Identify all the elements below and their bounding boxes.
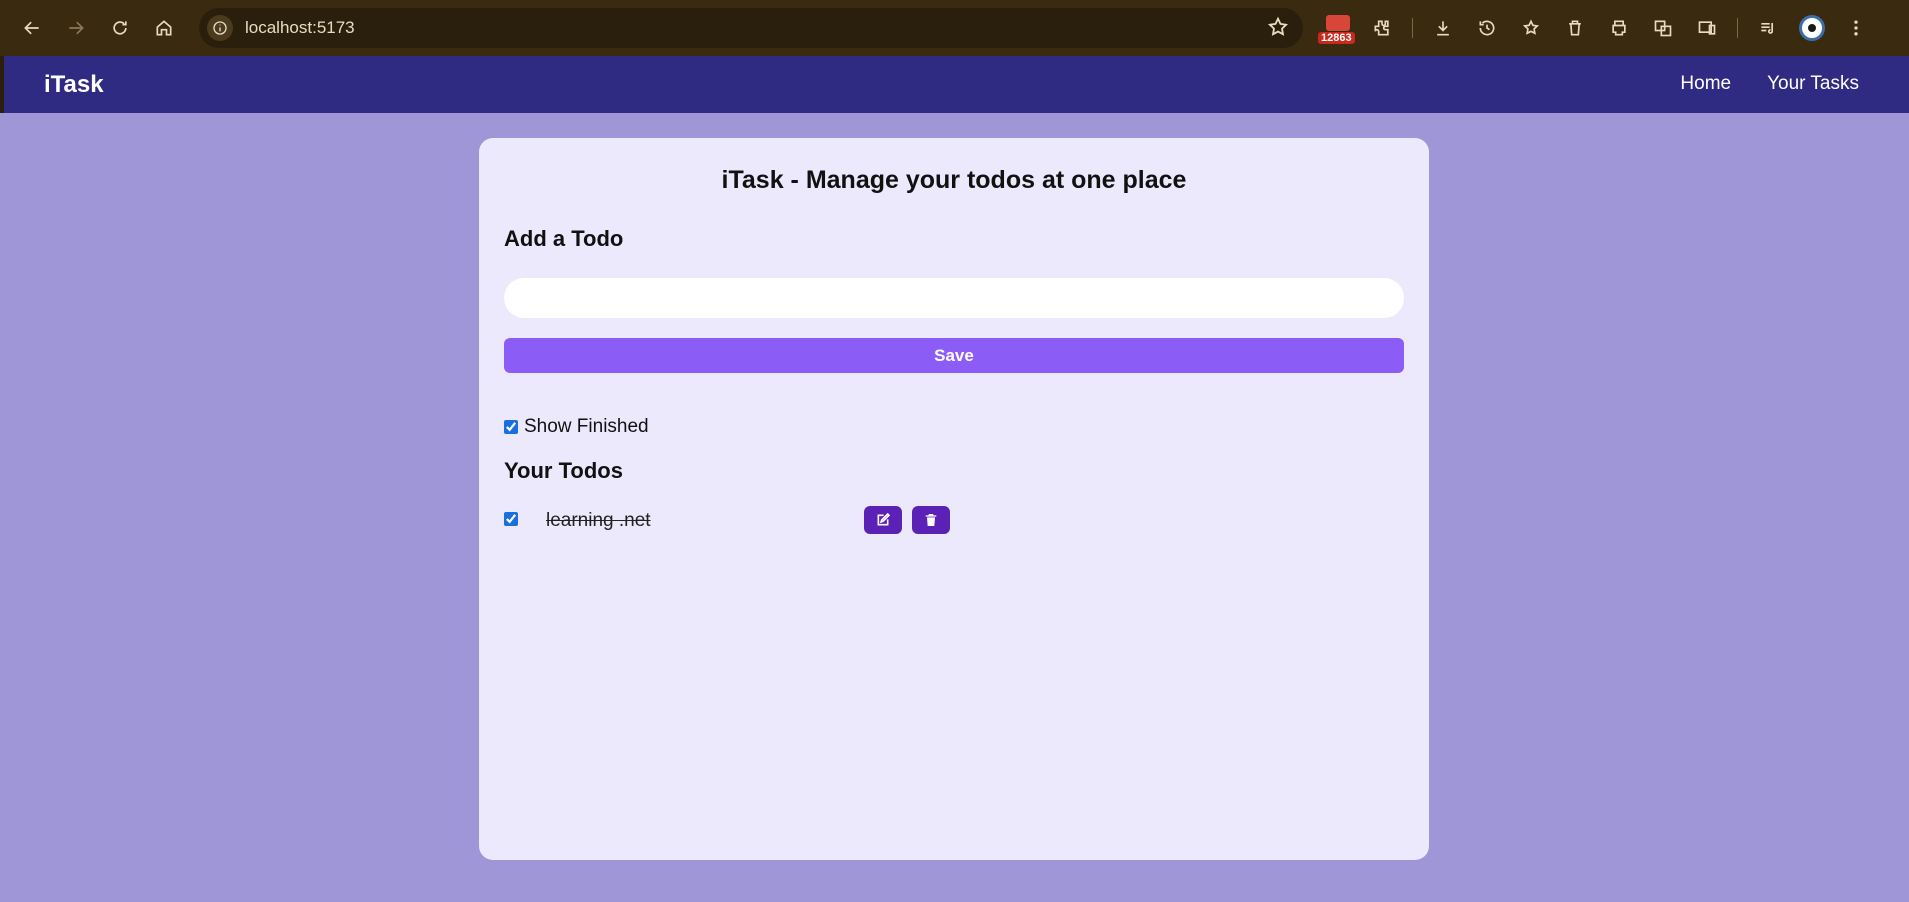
- page-title: iTask - Manage your todos at one place: [721, 166, 1187, 194]
- extension-badge: 12863: [1318, 32, 1355, 44]
- edit-icon: [877, 512, 891, 526]
- delete-button[interactable]: [912, 506, 950, 534]
- address-bar[interactable]: localhost:5173: [199, 8, 1303, 48]
- save-button[interactable]: Save: [504, 338, 1404, 373]
- todo-card: iTask - Manage your todos at one place A…: [479, 138, 1429, 860]
- nav-links: Home Your Tasks: [1680, 73, 1859, 95]
- toolbar-separator: [1412, 18, 1413, 38]
- browser-extensions: 12863: [1316, 6, 1878, 50]
- devices-icon[interactable]: [1685, 6, 1729, 50]
- toolbar-separator: [1737, 18, 1738, 38]
- show-finished-toggle[interactable]: Show Finished: [504, 416, 649, 438]
- edit-button[interactable]: [864, 506, 902, 534]
- nav-link-your-tasks[interactable]: Your Tasks: [1767, 73, 1859, 95]
- print-icon[interactable]: [1597, 6, 1641, 50]
- browser-toolbar: localhost:5173 12863: [0, 0, 1909, 56]
- profile-avatar[interactable]: [1790, 6, 1834, 50]
- show-finished-checkbox[interactable]: [504, 420, 518, 434]
- more-icon[interactable]: [1834, 6, 1878, 50]
- show-finished-label: Show Finished: [524, 416, 649, 437]
- brand-logo[interactable]: iTask: [44, 71, 104, 99]
- download-icon[interactable]: [1421, 6, 1465, 50]
- forward-icon[interactable]: [54, 6, 98, 50]
- todo-text: learning .net: [546, 510, 651, 531]
- avatar: [1799, 15, 1825, 41]
- extension-button[interactable]: 12863: [1316, 6, 1360, 50]
- delete-icon: [925, 514, 937, 526]
- your-todos-heading: Your Todos: [504, 458, 623, 483]
- app-navbar: iTask Home Your Tasks: [0, 56, 1909, 113]
- url-text[interactable]: localhost:5173: [245, 18, 355, 38]
- bookmarks-icon[interactable]: [1509, 6, 1553, 50]
- media-icon[interactable]: [1746, 6, 1790, 50]
- nav-link-home[interactable]: Home: [1680, 73, 1731, 95]
- todo-done-checkbox[interactable]: [504, 512, 518, 526]
- reload-icon[interactable]: [98, 6, 142, 50]
- translate-icon[interactable]: [1641, 6, 1685, 50]
- extension-icon: [1326, 15, 1350, 31]
- add-todo-heading: Add a Todo: [504, 226, 624, 251]
- star-icon[interactable]: [1267, 16, 1289, 43]
- home-icon[interactable]: [142, 6, 186, 50]
- todo-input[interactable]: [504, 278, 1404, 318]
- browser-nav-buttons: [10, 6, 186, 50]
- info-icon[interactable]: [207, 15, 233, 41]
- history-icon[interactable]: [1465, 6, 1509, 50]
- todo-item: learning .net: [504, 506, 954, 536]
- back-icon[interactable]: [10, 6, 54, 50]
- trash-icon[interactable]: [1553, 6, 1597, 50]
- extensions-icon[interactable]: [1360, 6, 1404, 50]
